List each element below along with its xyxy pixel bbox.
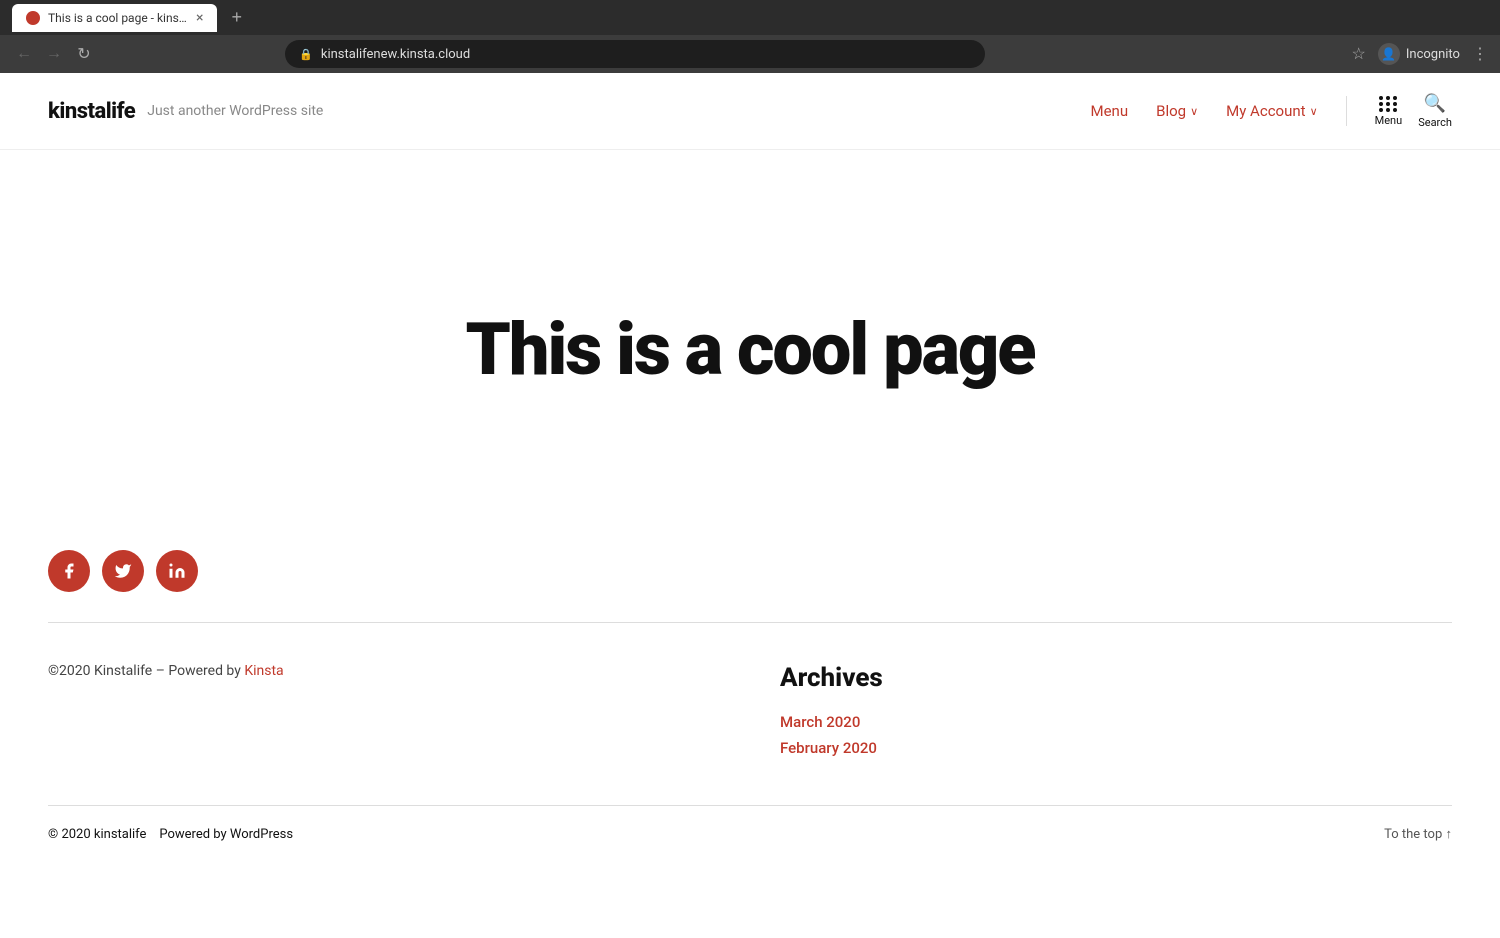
extra-search-label: Search bbox=[1418, 116, 1452, 129]
forward-button[interactable]: → bbox=[42, 42, 66, 66]
url-text: kinstalifenew.kinsta.cloud bbox=[321, 47, 470, 62]
incognito-label: Incognito bbox=[1406, 47, 1460, 62]
extra-menu-label: Menu bbox=[1375, 114, 1403, 127]
facebook-icon-button[interactable] bbox=[48, 550, 90, 592]
star-button[interactable]: ☆ bbox=[1352, 44, 1366, 64]
tab-favicon bbox=[26, 11, 40, 25]
browser-chrome: This is a cool page - kinstalife × + bbox=[0, 0, 1500, 35]
new-tab-button[interactable]: + bbox=[225, 7, 248, 28]
bottom-copyright-year: © 2020 kinstalife bbox=[48, 827, 146, 842]
page-title: This is a cool page bbox=[465, 310, 1034, 389]
nav-blog-link[interactable]: Blog ∨ bbox=[1156, 102, 1198, 120]
tab-close-button[interactable]: × bbox=[196, 10, 203, 26]
copyright-text: ©2020 Kinstalife – Powered by bbox=[48, 663, 244, 679]
footer-main: ©2020 Kinstalife – Powered by Kinsta Arc… bbox=[0, 623, 1500, 805]
powered-by-wordpress: Powered by WordPress bbox=[159, 827, 293, 842]
nav-menu-link[interactable]: Menu bbox=[1090, 102, 1128, 120]
linkedin-icon-button[interactable] bbox=[156, 550, 198, 592]
bottom-bar: © 2020 kinstalife Powered by WordPress T… bbox=[0, 806, 1500, 862]
myaccount-chevron-icon: ∨ bbox=[1310, 105, 1318, 118]
archives-title: Archives bbox=[780, 663, 1452, 693]
dots-row-2 bbox=[1379, 102, 1397, 106]
tab-title: This is a cool page - kinstalife bbox=[48, 11, 188, 25]
incognito-badge: 👤 Incognito bbox=[1378, 43, 1460, 65]
social-icons bbox=[48, 550, 1452, 592]
browser-tab[interactable]: This is a cool page - kinstalife × bbox=[12, 4, 217, 32]
nav-buttons: ← → ↻ bbox=[12, 42, 96, 66]
browser-menu-button[interactable]: ⋮ bbox=[1472, 44, 1488, 64]
archive-link-march[interactable]: March 2020 bbox=[780, 713, 1452, 731]
archive-link-february[interactable]: February 2020 bbox=[780, 739, 1452, 757]
kinsta-link[interactable]: Kinsta bbox=[244, 663, 283, 679]
linkedin-svg bbox=[168, 562, 186, 580]
facebook-svg bbox=[60, 562, 78, 580]
site-logo[interactable]: kinstalife bbox=[48, 99, 135, 124]
site-brand: kinstalife Just another WordPress site bbox=[48, 99, 323, 124]
dots-row-1 bbox=[1379, 96, 1397, 100]
footer-copyright: ©2020 Kinstalife – Powered by Kinsta bbox=[48, 663, 720, 765]
twitter-svg bbox=[114, 562, 132, 580]
incognito-icon: 👤 bbox=[1378, 43, 1400, 65]
nav-divider bbox=[1346, 96, 1347, 126]
extra-search-button[interactable]: 🔍 Search bbox=[1418, 93, 1452, 129]
url-bar[interactable]: 🔒 kinstalifenew.kinsta.cloud bbox=[285, 40, 985, 68]
nav-myaccount-link[interactable]: My Account ∨ bbox=[1226, 102, 1317, 120]
back-button[interactable]: ← bbox=[12, 42, 36, 66]
twitter-icon-button[interactable] bbox=[102, 550, 144, 592]
browser-actions: ☆ 👤 Incognito ⋮ bbox=[1352, 43, 1488, 65]
blog-chevron-icon: ∨ bbox=[1190, 105, 1198, 118]
search-icon: 🔍 bbox=[1424, 93, 1446, 114]
lock-icon: 🔒 bbox=[299, 48, 313, 61]
address-bar: ← → ↻ 🔒 kinstalifenew.kinsta.cloud ☆ 👤 I… bbox=[0, 35, 1500, 73]
site-nav: Menu Blog ∨ My Account ∨ bbox=[1090, 93, 1452, 129]
nav-extra: Menu 🔍 Search bbox=[1375, 93, 1452, 129]
site-tagline: Just another WordPress site bbox=[147, 103, 323, 119]
reload-button[interactable]: ↻ bbox=[72, 42, 96, 66]
bottom-copyright: © 2020 kinstalife Powered by WordPress bbox=[48, 827, 293, 842]
main-content: This is a cool page bbox=[0, 150, 1500, 530]
extra-menu-button[interactable]: Menu bbox=[1375, 96, 1403, 127]
site-header: kinstalife Just another WordPress site M… bbox=[0, 73, 1500, 150]
to-top-link[interactable]: To the top ↑ bbox=[1384, 826, 1452, 842]
footer-archives: Archives March 2020 February 2020 bbox=[780, 663, 1452, 765]
footer-social bbox=[0, 530, 1500, 622]
dots-row-3 bbox=[1379, 108, 1397, 112]
